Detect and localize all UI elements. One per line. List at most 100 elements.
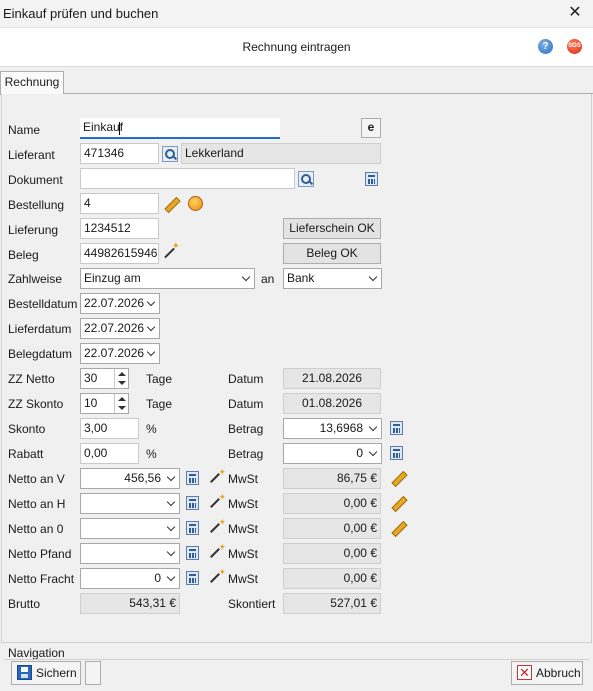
sos-icon[interactable]: SOS — [567, 39, 582, 54]
window-title: Einkauf prüfen und buchen — [3, 6, 159, 21]
datum-netto-value: 21.08.2026 — [283, 368, 381, 389]
skontiert-value: 527,01 € — [283, 593, 381, 614]
zz-skonto-unit: Tage — [146, 397, 173, 411]
magic-wand-icon[interactable] — [163, 241, 180, 261]
netto-select[interactable]: 456,56 — [80, 468, 180, 489]
cancel-icon: ✕ — [517, 665, 532, 680]
netto-select[interactable]: 0 — [80, 568, 180, 589]
skonto-betrag-select[interactable]: 13,6968 — [283, 418, 382, 439]
zz-netto-stepper[interactable]: 30 — [80, 368, 129, 389]
netto-select[interactable] — [80, 493, 180, 514]
zahlweise-select[interactable]: Einzug am — [80, 268, 255, 289]
an-select[interactable]: Bank — [283, 268, 382, 289]
mwst-value: 0,00 € — [283, 518, 381, 539]
bestellung-input[interactable]: 4 — [80, 193, 159, 214]
netto-wand-icon[interactable] — [208, 567, 226, 586]
footer-divider — [1, 642, 592, 643]
netto-select[interactable] — [80, 543, 180, 564]
save-button-label: Sichern — [36, 666, 77, 680]
tab-strip: Rechnung — [0, 67, 593, 95]
navigation-divider — [4, 659, 589, 660]
tab-rechnung[interactable]: Rechnung — [0, 71, 64, 95]
close-icon[interactable]: ✕ — [565, 2, 585, 24]
netto-calculator-icon[interactable] — [186, 496, 199, 510]
save-button[interactable]: Sichern — [11, 661, 81, 685]
zz-netto-unit: Tage — [146, 372, 173, 386]
skonto-label: Skonto — [8, 422, 46, 436]
an-label: an — [261, 272, 275, 286]
lieferant-input[interactable]: 471346 — [80, 143, 159, 164]
page-header: Rechnung eintragen ? SOS — [0, 28, 593, 67]
lieferschein-ok-button[interactable]: Lieferschein OK — [283, 218, 381, 239]
dokument-search-icon[interactable] — [298, 171, 314, 187]
dokument-label: Dokument — [8, 173, 63, 187]
mwst-edit-icon[interactable] — [390, 470, 406, 486]
skonto-input[interactable]: 3,00 — [80, 418, 139, 439]
brutto-label: Brutto — [8, 597, 41, 611]
dokument-table-icon[interactable] — [365, 172, 378, 186]
bestellung-refresh-icon[interactable] — [188, 196, 203, 211]
navigation-label: Navigation — [8, 646, 65, 660]
rabatt-betrag-select[interactable]: 0 — [283, 443, 382, 464]
netto-label: Netto an V — [8, 472, 65, 486]
lieferung-input[interactable]: 1234512 — [80, 218, 159, 239]
rabatt-calculator-icon[interactable] — [390, 446, 403, 460]
beleg-label: Beleg — [8, 248, 39, 262]
mwst-label: MwSt — [228, 522, 258, 536]
cancel-button-label: Abbruch — [536, 666, 581, 680]
cancel-button[interactable]: ✕ Abbruch — [511, 661, 583, 685]
lieferant-label: Lieferant — [8, 148, 55, 162]
name-input[interactable]: Einkauf — [80, 118, 280, 139]
belegdatum-picker[interactable]: 22.07.2026 — [80, 343, 160, 364]
netto-wand-icon[interactable] — [208, 517, 226, 536]
e-button[interactable]: e — [361, 118, 381, 138]
lieferdatum-label: Lieferdatum — [8, 322, 72, 336]
mwst-label: MwSt — [228, 497, 258, 511]
skonto-calculator-icon[interactable] — [390, 421, 403, 435]
bestellung-label: Bestellung — [8, 198, 65, 212]
belegdatum-label: Belegdatum — [8, 347, 73, 361]
mwst-label: MwSt — [228, 472, 258, 486]
netto-calculator-icon[interactable] — [186, 571, 199, 585]
lieferant-name: Lekkerland — [181, 143, 381, 164]
zz-skonto-stepper[interactable]: 10 — [80, 393, 129, 414]
zz-skonto-label: ZZ Skonto — [8, 397, 64, 411]
lieferdatum-picker[interactable]: 22.07.2026 — [80, 318, 160, 339]
mwst-value: 0,00 € — [283, 493, 381, 514]
netto-wand-icon[interactable] — [208, 492, 226, 511]
netto-label: Netto Pfand — [8, 547, 72, 561]
bestellung-edit-icon[interactable] — [163, 196, 179, 212]
netto-label: Netto an 0 — [8, 522, 64, 536]
lieferant-search-icon[interactable] — [162, 146, 178, 162]
dokument-input[interactable] — [80, 168, 295, 189]
mwst-edit-icon[interactable] — [390, 520, 406, 536]
save-icon — [17, 665, 32, 680]
netto-calculator-icon[interactable] — [186, 521, 199, 535]
netto-select[interactable] — [80, 518, 180, 539]
skontiert-label: Skontiert — [228, 597, 276, 611]
mwst-value: 0,00 € — [283, 568, 381, 589]
mwst-label: MwSt — [228, 572, 258, 586]
skonto-betrag-label: Betrag — [228, 422, 264, 436]
zz-netto-label: ZZ Netto — [8, 372, 55, 386]
extra-button[interactable] — [85, 661, 101, 685]
datum-skonto-value: 01.08.2026 — [283, 393, 381, 414]
lieferung-label: Lieferung — [8, 223, 59, 237]
netto-calculator-icon[interactable] — [186, 546, 199, 560]
mwst-edit-icon[interactable] — [390, 495, 406, 511]
bestelldatum-picker[interactable]: 22.07.2026 — [80, 293, 160, 314]
netto-wand-icon[interactable] — [208, 542, 226, 561]
text-cursor — [119, 122, 120, 135]
beleg-input[interactable]: 44982615946 — [80, 243, 159, 264]
rabatt-input[interactable]: 0,00 — [80, 443, 139, 464]
netto-calculator-icon[interactable] — [186, 471, 199, 485]
mwst-value: 0,00 € — [283, 543, 381, 564]
skonto-unit: % — [146, 422, 157, 436]
rabatt-betrag-label: Betrag — [228, 447, 264, 461]
netto-wand-icon[interactable] — [208, 467, 226, 486]
help-icon[interactable]: ? — [538, 39, 553, 54]
brutto-value: 543,31 € — [80, 593, 180, 614]
beleg-ok-button[interactable]: Beleg OK — [283, 243, 381, 264]
netto-label: Netto an H — [8, 497, 66, 511]
zahlweise-label: Zahlweise — [8, 272, 63, 286]
